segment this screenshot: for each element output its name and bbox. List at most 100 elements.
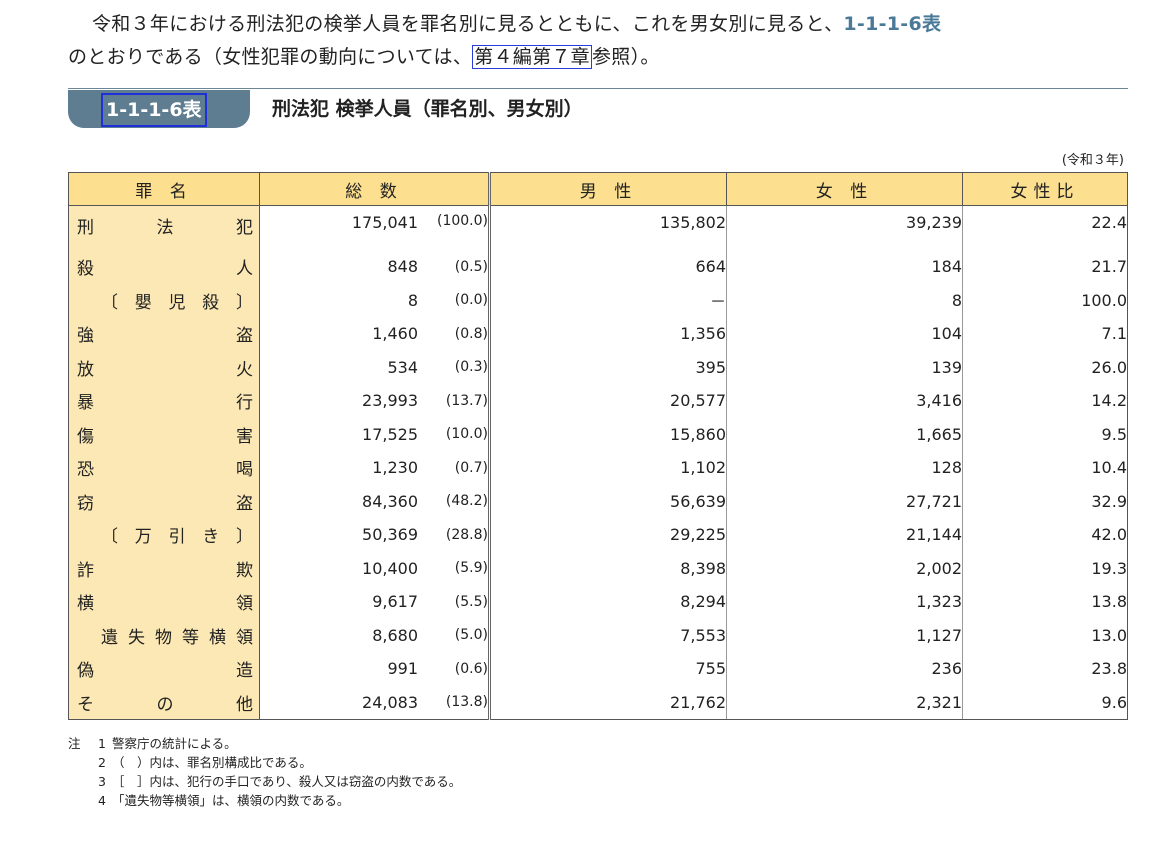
crime-name-cell: 強盗 — [68, 317, 260, 351]
male-count: 29,225 — [489, 518, 727, 552]
table-row: 恐喝 1,230 (0.7) 1,102 128 10.4 — [68, 451, 1128, 485]
total-count: 534 — [387, 357, 418, 377]
total-count: 1,460 — [372, 324, 418, 344]
footnote-label — [68, 772, 92, 791]
table-label[interactable]: 1-1-1-6表 — [101, 93, 207, 127]
male-count: 7,553 — [489, 618, 727, 652]
table-row: 偽造 991 (0.6) 755 236 23.8 — [68, 652, 1128, 686]
crime-name-char: 失 — [128, 627, 145, 648]
intro-line-2: のとおりである（女性犯罪の動向については、 第４編第７章 参照）。 — [68, 41, 1138, 74]
crime-name-cell: 窃盗 — [68, 484, 260, 518]
crime-name-char: 窃 — [77, 493, 94, 514]
footnote-text: 警察庁の統計による。 — [112, 736, 237, 751]
crime-name-char: 等 — [182, 627, 199, 648]
crime-name: 偽造 — [69, 656, 259, 681]
total-count: 175,041 — [351, 213, 418, 232]
total-count: 50,369 — [362, 525, 418, 545]
female-count: 21,144 — [726, 518, 963, 552]
female-ratio: 13.8 — [962, 585, 1128, 619]
crime-name-cell: 遺失物等横領 — [68, 618, 260, 652]
footnote-number: 3 — [98, 774, 106, 789]
composition-ratio: (13.7) — [418, 384, 491, 418]
composition-ratio: (10.0) — [418, 417, 491, 451]
crime-name: 殺人 — [69, 254, 259, 279]
male-count: 1,356 — [489, 317, 727, 351]
female-count: 128 — [726, 451, 963, 485]
chapter-link[interactable]: 第４編第７章 — [472, 45, 592, 69]
female-count: 184 — [726, 250, 963, 284]
total-count: 17,525 — [362, 424, 418, 444]
crime-name-char: 領 — [236, 627, 253, 648]
male-count: 1,102 — [489, 451, 727, 485]
crime-name-cell: 〔万引き〕 — [68, 518, 260, 552]
footnote-number: 1 — [98, 736, 106, 751]
crime-name-char: 盗 — [236, 493, 253, 514]
crime-name-char: 盗 — [236, 326, 253, 347]
composition-ratio: (0.6) — [418, 652, 491, 686]
table-row: そ の 他 24,083 (13.8) 21,762 2,321 9.6 — [68, 685, 1128, 720]
crime-name: 強盗 — [69, 321, 259, 346]
female-ratio: 13.0 — [962, 618, 1128, 652]
female-count: 104 — [726, 317, 963, 351]
composition-ratio: (13.8) — [418, 685, 491, 720]
intro-paragraph: 令和３年における刑法犯の検挙人員を罪名別に見るとともに、これを男女別に見ると、1… — [68, 8, 1138, 74]
female-ratio: 10.4 — [962, 451, 1128, 485]
crime-name-char: 詐 — [77, 560, 94, 581]
crime-name-cell: 偽造 — [68, 652, 260, 686]
female-ratio: 9.5 — [962, 417, 1128, 451]
crime-name-char: 横 — [77, 594, 94, 615]
crime-name: 窃盗 — [69, 489, 259, 514]
total-count: 24,083 — [259, 685, 418, 720]
crime-name-char: 殺 — [77, 259, 94, 280]
section-divider — [68, 88, 1128, 89]
crime-name-char: 児 — [168, 292, 186, 313]
female-ratio: 26.0 — [962, 350, 1128, 384]
footnote-number: 2 — [98, 755, 106, 770]
table-row: 殺人 848 (0.5) 664 184 21.7 — [68, 250, 1128, 284]
crime-name: 〔嬰児殺〕 — [69, 288, 259, 313]
footnotes: 注 1 警察庁の統計による。 2 （ ）内は、罪名別構成比である。 3 ［ ］内は、犯行の手… — [68, 734, 461, 810]
table-reference: 1-1-1-6表 — [843, 13, 942, 35]
crime-name-char: 暴 — [77, 393, 94, 414]
table-row: 横領 9,617 (5.5) 8,294 1,323 13.8 — [68, 585, 1128, 619]
female-count: 236 — [726, 652, 963, 686]
crime-name-char: 〕 — [236, 292, 253, 313]
intro-line-1: 令和３年における刑法犯の検挙人員を罪名別に見るとともに、これを男女別に見ると、1… — [68, 8, 1138, 41]
composition-ratio: (28.8) — [418, 518, 491, 552]
crime-name-cell: 殺人 — [68, 250, 260, 284]
total-count: 8 — [407, 290, 418, 310]
crime-name-char: 横 — [209, 627, 226, 648]
crime-name-cell: 恐喝 — [68, 451, 260, 485]
crime-name-char: 遺 — [101, 627, 118, 648]
footnote-label: 注 — [68, 736, 81, 751]
female-count: 39,239 — [726, 205, 963, 250]
crime-name-char: 欺 — [236, 560, 253, 581]
footnote-label — [68, 791, 92, 810]
total-count: 991 — [387, 659, 418, 679]
male-count: 8,398 — [489, 551, 727, 585]
table-row: 〔万引き〕 50,369 (28.8) 29,225 21,144 42.0 — [68, 518, 1128, 552]
crime-name-cell: 横領 — [68, 585, 260, 619]
crime-name-cell: 詐欺 — [68, 551, 260, 585]
table-row: 強盗 1,460 (0.8) 1,356 104 7.1 — [68, 317, 1128, 351]
female-count: 3,416 — [726, 384, 963, 418]
male-count: 56,639 — [489, 484, 727, 518]
table-row: 遺失物等横領 8,680 (5.0) 7,553 1,127 13.0 — [68, 618, 1128, 652]
footnote-label — [68, 753, 92, 772]
female-ratio: 7.1 — [962, 317, 1128, 351]
male-count: － — [489, 283, 727, 317]
crime-name-char: 犯 — [236, 218, 253, 238]
footnote-number: 4 — [98, 793, 106, 808]
crime-name: 遺失物等横領 — [69, 623, 259, 648]
composition-ratio: (0.0) — [418, 283, 491, 317]
header-female: 女 性 — [726, 172, 963, 206]
male-count: 8,294 — [489, 585, 727, 619]
female-ratio: 23.8 — [962, 652, 1128, 686]
table-row: 〔嬰児殺〕 8 (0.0) － 8 100.0 — [68, 283, 1128, 317]
intro-text-2: のとおりである（女性犯罪の動向については、 — [68, 46, 473, 68]
footnote-text: ［ ］内は、犯行の手口であり、殺人又は窃盗の内数である。 — [112, 774, 462, 789]
crime-name-char: 引 — [168, 527, 186, 548]
crime-name-char: の — [156, 694, 174, 715]
table-row: 刑 法 犯 175,041 (100.0) 135,802 39,239 22.4 — [68, 205, 1128, 250]
crime-name-char: 刑 — [77, 218, 94, 238]
